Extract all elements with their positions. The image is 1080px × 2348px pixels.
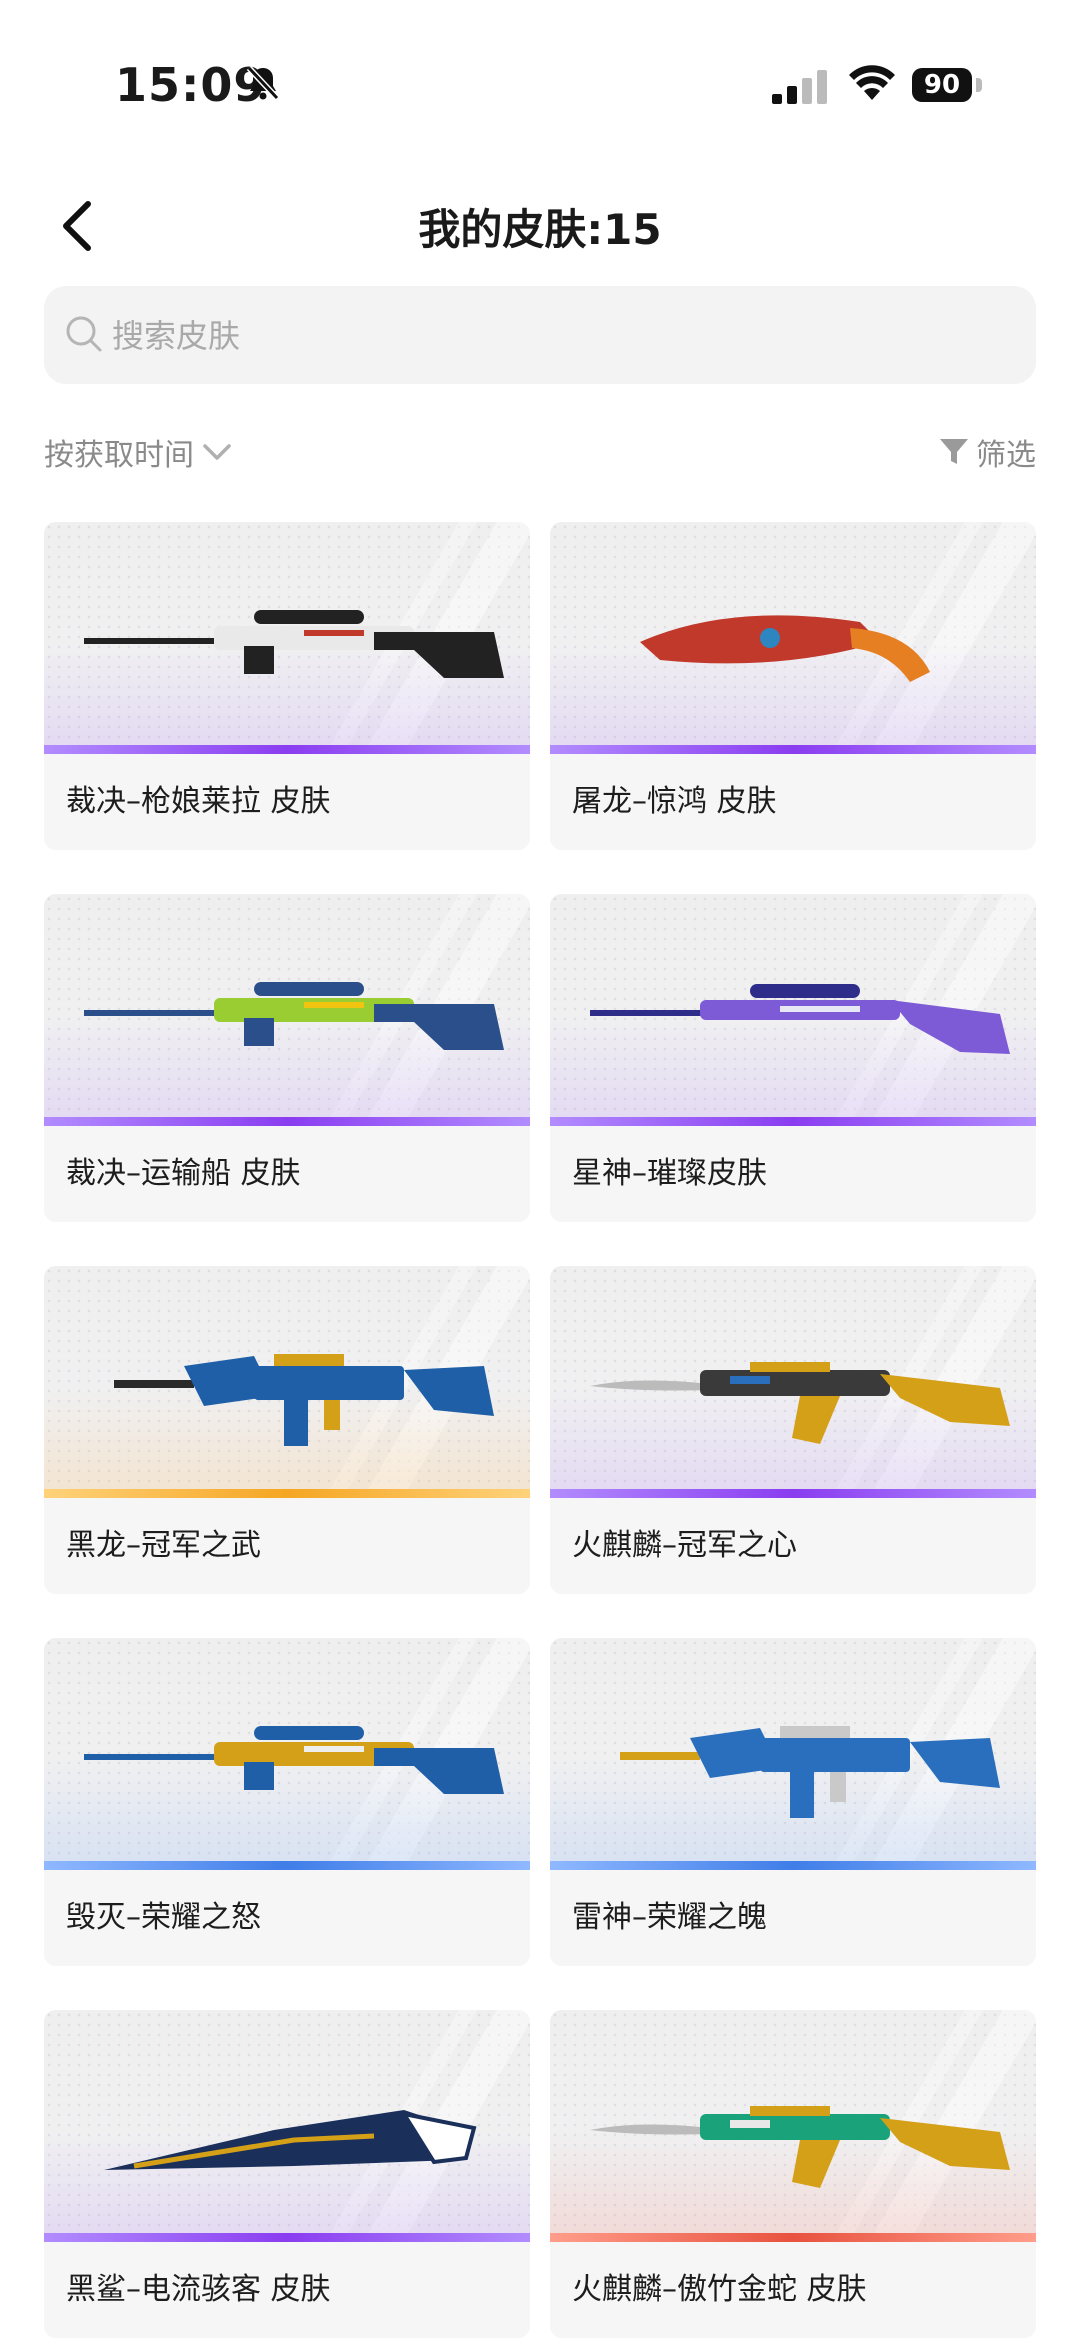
rarity-bar bbox=[550, 1489, 1036, 1498]
weapon-rifle-image bbox=[590, 984, 1010, 1054]
skin-name: 火麒麟–傲竹金蛇 皮肤 bbox=[550, 2242, 1036, 2338]
filter-funnel-icon bbox=[940, 439, 968, 464]
rarity-bar bbox=[44, 2233, 530, 2242]
search-icon bbox=[66, 316, 102, 352]
weapon-knife-image bbox=[640, 615, 930, 682]
rarity-bar bbox=[550, 745, 1036, 754]
skin-thumbnail bbox=[550, 1638, 1036, 1870]
skin-name: 火麒麟–冠军之心 bbox=[550, 1498, 1036, 1594]
weapon-sniper-image bbox=[84, 982, 504, 1050]
skin-thumbnail bbox=[44, 894, 530, 1126]
rarity-bar bbox=[44, 1861, 530, 1870]
skin-grid: 裁决–枪娘莱拉 皮肤 屠龙–惊鸿 皮肤 裁决–运输船 皮肤 星神–璀璨皮肤 黑龙… bbox=[44, 522, 1036, 2338]
chevron-down-icon bbox=[203, 444, 231, 460]
weapon-blade-image bbox=[104, 2110, 477, 2170]
rarity-bar bbox=[550, 1861, 1036, 1870]
skin-name: 黑鲨–电流骇客 皮肤 bbox=[44, 2242, 530, 2338]
rarity-bar bbox=[44, 1117, 530, 1126]
skin-card[interactable]: 毁灭–荣耀之怒 bbox=[44, 1638, 530, 1966]
skin-thumbnail bbox=[550, 522, 1036, 754]
skin-card[interactable]: 裁决–运输船 皮肤 bbox=[44, 894, 530, 1222]
weapon-m4-image bbox=[114, 1354, 494, 1446]
sort-dropdown[interactable]: 按获取时间 bbox=[44, 430, 232, 474]
filter-button[interactable]: 筛选 bbox=[938, 430, 1036, 474]
battery-level: 90 bbox=[912, 68, 972, 102]
weapon-sniper-image bbox=[84, 610, 504, 678]
weapon-ak-image bbox=[590, 2106, 1010, 2188]
skin-name: 星神–璀璨皮肤 bbox=[550, 1126, 1036, 1222]
skin-name: 雷神–荣耀之魄 bbox=[550, 1870, 1036, 1966]
battery-tip bbox=[976, 78, 982, 92]
weapon-ak-image bbox=[590, 1362, 1010, 1444]
skin-card[interactable]: 裁决–枪娘莱拉 皮肤 bbox=[44, 522, 530, 850]
skin-name: 黑龙–冠军之武 bbox=[44, 1498, 530, 1594]
sort-label: 按获取时间 bbox=[44, 438, 194, 473]
skin-thumbnail bbox=[550, 894, 1036, 1126]
status-bar: 15:09 90 bbox=[0, 0, 1080, 130]
search-input[interactable] bbox=[110, 306, 994, 366]
weapon-m4-image bbox=[620, 1726, 1000, 1818]
wifi-icon bbox=[849, 65, 895, 100]
search-bar[interactable] bbox=[44, 286, 1036, 384]
skin-card[interactable]: 火麒麟–傲竹金蛇 皮肤 bbox=[550, 2010, 1036, 2338]
weapon-sniper-image bbox=[84, 1726, 504, 1794]
rarity-bar bbox=[44, 745, 530, 754]
skin-name: 毁灭–荣耀之怒 bbox=[44, 1870, 530, 1966]
skin-thumbnail bbox=[44, 1638, 530, 1870]
bell-muted-icon bbox=[246, 65, 280, 101]
skin-card[interactable]: 黑鲨–电流骇客 皮肤 bbox=[44, 2010, 530, 2338]
skin-card[interactable]: 雷神–荣耀之魄 bbox=[550, 1638, 1036, 1966]
skin-card[interactable]: 屠龙–惊鸿 皮肤 bbox=[550, 522, 1036, 850]
skin-thumbnail bbox=[44, 1266, 530, 1498]
skin-name: 屠龙–惊鸿 皮肤 bbox=[550, 754, 1036, 850]
skin-thumbnail bbox=[550, 1266, 1036, 1498]
skin-card[interactable]: 黑龙–冠军之武 bbox=[44, 1266, 530, 1594]
status-time: 15:09 bbox=[115, 58, 267, 112]
rarity-bar bbox=[44, 1489, 530, 1498]
skin-card[interactable]: 火麒麟–冠军之心 bbox=[550, 1266, 1036, 1594]
rarity-bar bbox=[550, 2233, 1036, 2242]
skin-thumbnail bbox=[550, 2010, 1036, 2242]
skin-card[interactable]: 星神–璀璨皮肤 bbox=[550, 894, 1036, 1222]
rarity-bar bbox=[550, 1117, 1036, 1126]
skin-thumbnail bbox=[44, 2010, 530, 2242]
page-title: 我的皮肤:15 bbox=[418, 205, 662, 254]
cellular-signal-icon bbox=[772, 70, 827, 104]
skin-thumbnail bbox=[44, 522, 530, 754]
filter-label: 筛选 bbox=[976, 438, 1036, 473]
skin-name: 裁决–运输船 皮肤 bbox=[44, 1126, 530, 1222]
skin-name: 裁决–枪娘莱拉 皮肤 bbox=[44, 754, 530, 850]
